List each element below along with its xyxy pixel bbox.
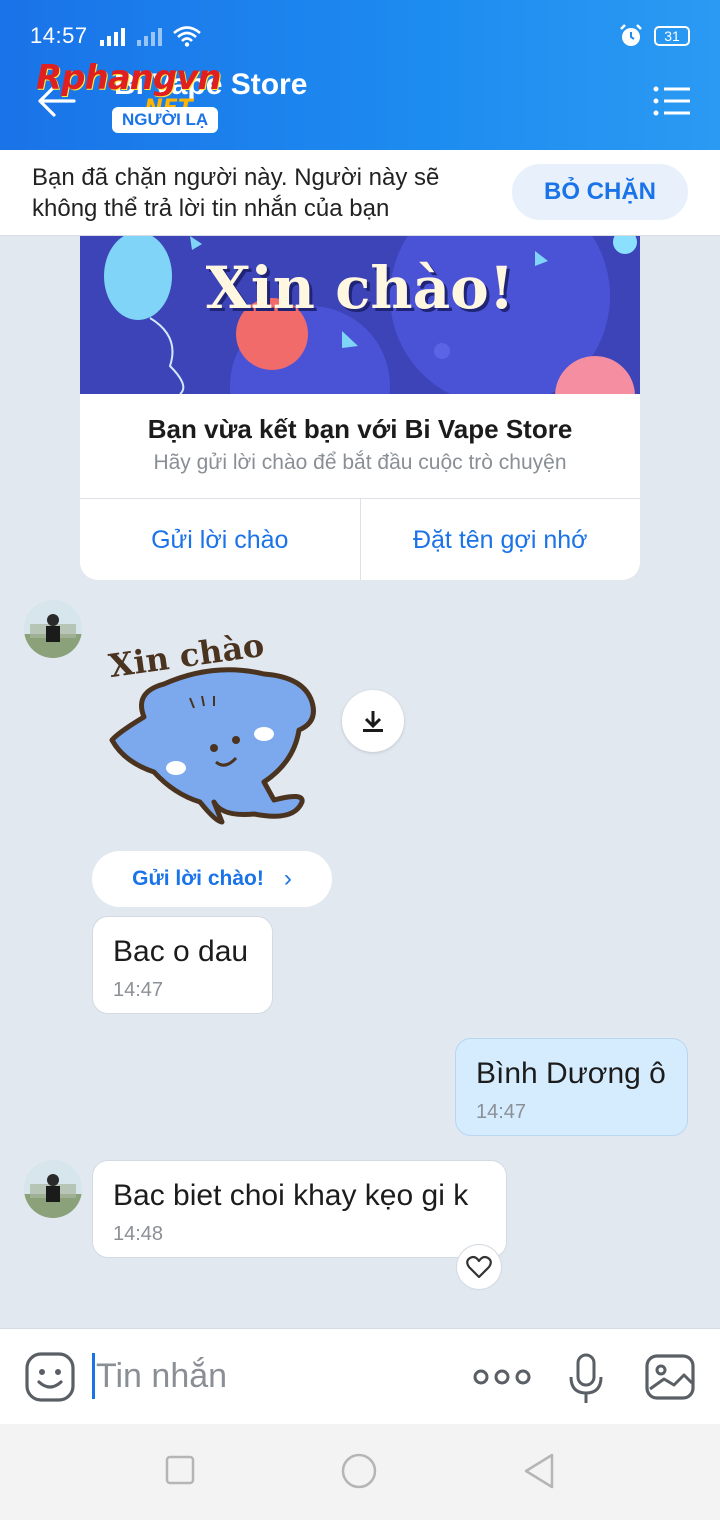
image-picker-icon[interactable] [644, 1353, 696, 1401]
status-bar: 14:57 31 [30, 18, 690, 54]
download-icon [363, 711, 383, 732]
chevron-right-icon: › [283, 865, 292, 892]
hello-sticker[interactable]: Xin chào [104, 622, 324, 832]
system-navigation-bar [0, 1424, 720, 1520]
home-icon[interactable] [340, 1452, 378, 1490]
status-time: 14:57 [30, 23, 88, 48]
menu-list-icon[interactable] [652, 84, 692, 118]
recent-apps-icon[interactable] [164, 1454, 196, 1486]
message-input[interactable]: Tin nhắn [96, 1357, 227, 1396]
message-time: 14:47 [113, 979, 164, 1001]
greeting-banner-image: Xin chào! [80, 236, 640, 394]
friend-card-actions: Gửi lời chào Đặt tên gợi nhớ [80, 498, 640, 580]
contact-avatar[interactable] [24, 1160, 82, 1218]
signal-icon [99, 26, 125, 46]
more-options-icon[interactable] [472, 1359, 532, 1395]
message-bubble-incoming[interactable]: Bac biet choi khay kẹo gi k 14:48 [92, 1160, 507, 1258]
text-cursor [92, 1353, 95, 1399]
greeting-banner-text: Xin chào! [205, 254, 515, 322]
app-header: 14:57 31 Bi Vape Store Rphangvn .NET NGƯ… [0, 0, 720, 150]
message-time: 14:48 [113, 1223, 164, 1245]
microphone-icon[interactable] [568, 1353, 604, 1405]
react-heart-button[interactable] [456, 1244, 502, 1290]
back-nav-icon[interactable] [522, 1452, 556, 1490]
heart-icon [466, 1255, 492, 1279]
emoji-icon[interactable] [24, 1351, 76, 1403]
quick-greet-label: Gửi lời chào! [132, 867, 264, 890]
alarm-icon [620, 24, 642, 46]
message-bubble-outgoing[interactable]: Bình Dương ô 14:47 [455, 1038, 688, 1136]
quick-greet-button[interactable]: Gửi lời chào! › [92, 851, 332, 907]
unblock-button[interactable]: BỎ CHẶN [512, 164, 688, 220]
message-text: Bac biet choi khay kẹo gi k [113, 1179, 469, 1212]
watermark-logo: Rphangvn [36, 58, 222, 98]
signal-2-icon [136, 26, 162, 46]
message-time: 14:47 [476, 1101, 527, 1123]
stranger-badge: NGƯỜI LẠ [112, 107, 219, 133]
battery-icon: 31 [654, 26, 690, 46]
friend-card-title: Bạn vừa kết bạn với Bi Vape Store [147, 414, 573, 444]
friend-card-subtitle: Hãy gửi lời chào để bắt đầu cuộc trò chu… [153, 451, 567, 474]
message-composer: Tin nhắn [0, 1328, 720, 1424]
message-text: Bình Dương ô [476, 1057, 666, 1090]
wifi-icon [172, 26, 201, 47]
send-greeting-button[interactable]: Gửi lời chào [80, 499, 361, 580]
message-text: Bac o dau [113, 935, 249, 968]
download-sticker-button[interactable] [342, 690, 404, 752]
set-nickname-button[interactable]: Đặt tên gợi nhớ [361, 499, 641, 580]
block-notice-banner: Bạn đã chặn người này. Người này sẽ khôn… [0, 150, 720, 236]
message-bubble-incoming[interactable]: Bac o dau 14:47 [92, 916, 273, 1014]
new-friend-card: Xin chào! Bạn vừa kết bạn với Bi Vape St… [80, 236, 640, 580]
block-notice-text: Bạn đã chặn người này. Người này sẽ khôn… [32, 164, 440, 222]
contact-avatar[interactable] [24, 600, 82, 658]
